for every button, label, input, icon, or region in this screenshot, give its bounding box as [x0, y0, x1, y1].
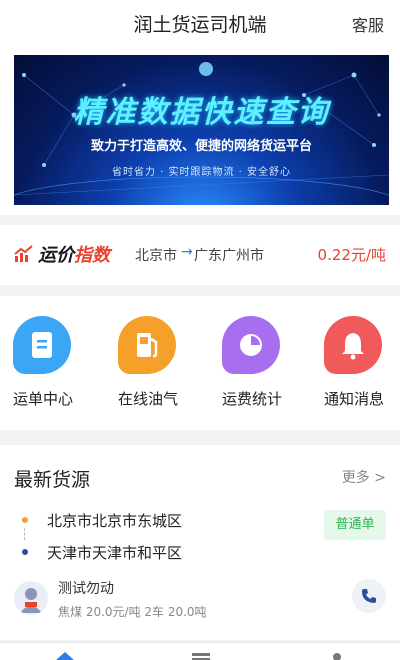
price-index-label-a: 运价 [38, 245, 74, 266]
bell-icon [324, 316, 382, 374]
price-value: 0.22元/吨 [317, 246, 386, 264]
trend-chart-icon [14, 245, 33, 262]
destination-dot-icon [22, 549, 28, 555]
section-title: 最新货源 [14, 469, 91, 491]
header: 润土货运司机端 客服 精准数据快速查询 致力于打造高效、便捷的网络货运平台 省时… [0, 0, 400, 215]
menu-item-notifications[interactable]: 通知消息 [314, 316, 394, 416]
origin-dot-icon [22, 517, 28, 523]
cargo-destination: 天津市天津市和平区 [47, 544, 183, 562]
cargo-origin: 北京市北京市东城区 [47, 512, 183, 530]
fuel-pump-icon [118, 316, 176, 374]
app-screen: 润土货运司机端 客服 精准数据快速查询 致力于打造高效、便捷的网络货运平台 省时… [0, 0, 400, 660]
banner-slogan: 省时省力 · 实时跟踪物流 · 安全舒心 [111, 167, 292, 178]
bottom-tab-bar [0, 642, 400, 660]
pie-chart-icon [222, 316, 280, 374]
customer-service-link[interactable]: 客服 [352, 12, 384, 36]
menu-item-freight-stats[interactable]: 运费统计 [212, 316, 292, 416]
promo-banner[interactable]: 精准数据快速查询 致力于打造高效、便捷的网络货运平台 省时省力 · 实时跟踪物流… [14, 55, 389, 205]
more-link[interactable]: 更多 > [342, 467, 386, 487]
menu-item-waybill-center[interactable]: 运单中心 [3, 316, 83, 416]
phone-icon [362, 589, 376, 603]
poster-name: 测试勿动 [58, 581, 114, 597]
feature-menu: 运单中心 在线油气 运费统计 通知消息 [0, 296, 400, 430]
route-from: 北京市 [135, 248, 177, 264]
list-icon[interactable] [192, 649, 210, 660]
menu-item-label: 在线油气 [117, 390, 178, 408]
price-index-bar[interactable]: 运价 指数 北京市 → 广东广州市 0.22元/吨 [0, 225, 400, 285]
route-arrow-icon: → [181, 244, 193, 260]
menu-item-online-fuel[interactable]: 在线油气 [108, 316, 188, 416]
menu-item-label: 通知消息 [323, 390, 384, 408]
menu-item-label: 运单中心 [12, 390, 73, 408]
app-title: 润土货运司机端 [133, 14, 267, 36]
route-connector [24, 528, 25, 540]
menu-item-label: 运费统计 [221, 390, 282, 408]
home-icon[interactable] [54, 649, 76, 660]
order-type-badge: 普通单 [324, 510, 386, 540]
banner-title: 精准数据快速查询 [73, 95, 330, 130]
profile-icon[interactable] [331, 649, 343, 660]
waybill-icon [13, 316, 71, 374]
banner-subtitle: 致力于打造高效、便捷的网络货运平台 [90, 139, 312, 154]
price-index-label-b: 指数 [74, 245, 110, 266]
call-button[interactable] [352, 579, 386, 613]
latest-cargo-section: 最新货源 更多 > 北京市北京市东城区 天津市天津市和平区 普通单 测试勿动 焦… [0, 445, 400, 640]
route-to: 广东广州市 [194, 248, 264, 264]
price-index-logo: 运价 指数 [14, 241, 110, 267]
cargo-info: 焦煤 20.0元/吨 2车 20.0吨 [58, 605, 207, 619]
avatar [14, 581, 48, 615]
